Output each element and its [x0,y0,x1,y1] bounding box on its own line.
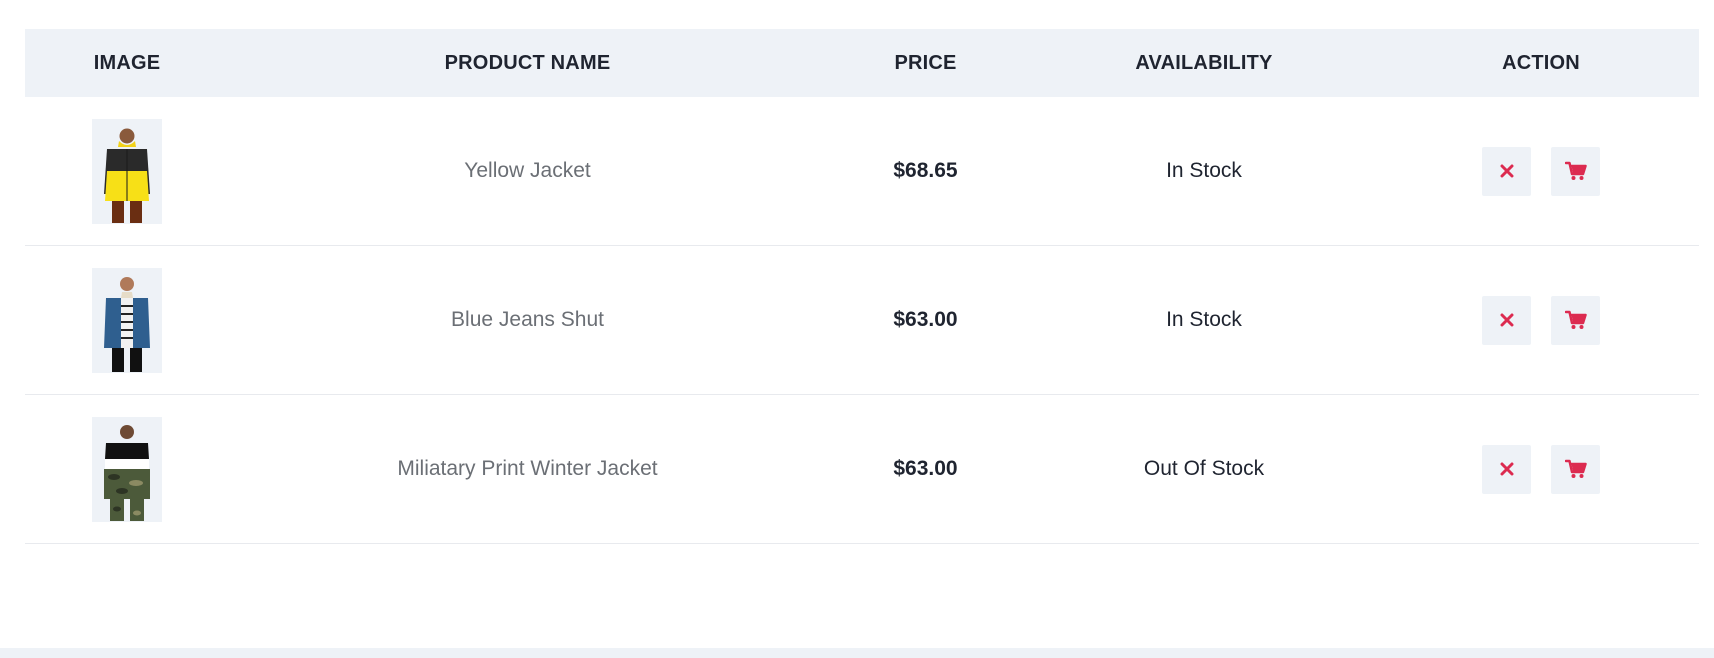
close-icon [1500,313,1513,327]
table-header: IMAGE PRODUCT NAME PRICE AVAILABILITY AC… [25,29,1699,97]
header-product-name: PRODUCT NAME [444,51,611,74]
remove-button[interactable] [1482,146,1531,196]
product-price: $63.00 [893,457,958,480]
remove-button[interactable] [1482,295,1531,345]
table-row: Yellow Jacket $68.65 In Stock [25,97,1699,246]
product-image-cell [25,118,229,224]
add-to-cart-button[interactable] [1551,146,1600,196]
add-to-cart-button[interactable] [1551,295,1600,345]
product-name[interactable]: Miliatary Print Winter Jacket [397,457,657,481]
add-to-cart-button[interactable] [1551,444,1600,494]
product-image-cell [25,267,229,373]
product-name[interactable]: Blue Jeans Shut [451,308,604,332]
wishlist-table: IMAGE PRODUCT NAME PRICE AVAILABILITY AC… [25,29,1699,544]
table-row: Blue Jeans Shut $63.00 In Stock [25,246,1699,395]
header-availability: AVAILABILITY [1135,51,1273,74]
cart-icon [1564,459,1587,478]
product-thumbnail[interactable] [92,267,162,373]
header-image: IMAGE [93,51,161,74]
close-icon [1500,164,1513,178]
header-price: PRICE [894,51,957,74]
product-thumbnail[interactable] [92,118,162,224]
denim-jacket-image [92,267,162,373]
product-name[interactable]: Yellow Jacket [464,159,590,183]
product-price: $68.65 [893,159,958,182]
remove-button[interactable] [1482,444,1531,494]
header-action: ACTION [1502,51,1580,74]
availability-status: Out Of Stock [1143,457,1265,480]
cart-icon [1564,161,1587,180]
camo-jacket-image [92,416,162,522]
footer-divider [0,648,1714,658]
product-image-cell [25,416,229,522]
availability-status: In Stock [1166,159,1242,182]
yellow-jacket-image [92,118,162,224]
availability-status: In Stock [1166,308,1242,331]
product-thumbnail[interactable] [92,416,162,522]
cart-icon [1564,310,1587,329]
table-row: Miliatary Print Winter Jacket $63.00 Out… [25,395,1699,544]
product-price: $63.00 [893,308,958,331]
close-icon [1500,462,1513,476]
